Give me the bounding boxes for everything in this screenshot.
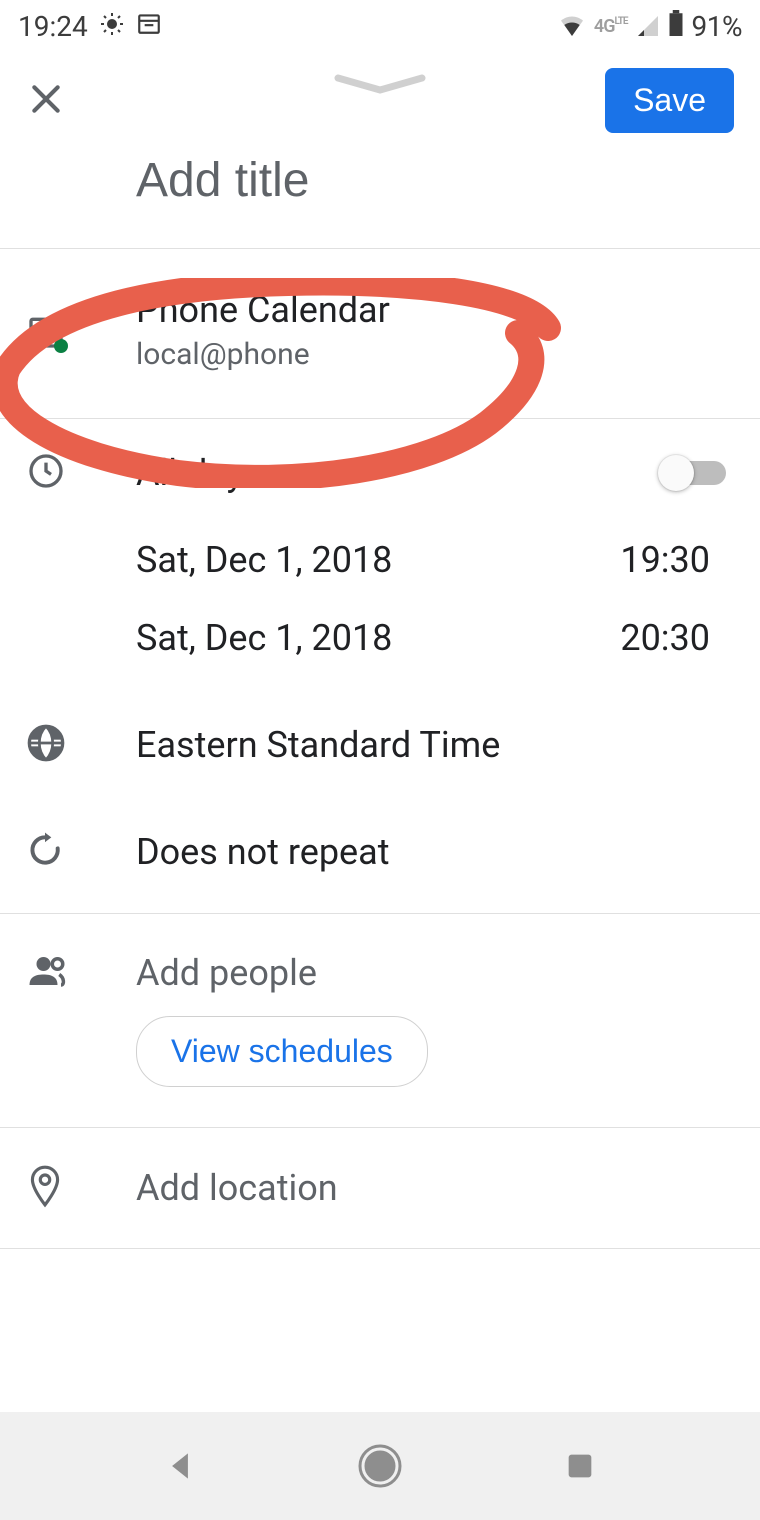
add-people-label: Add people [136,952,317,994]
nav-home-button[interactable] [350,1436,410,1496]
schedule-row: View schedules [0,1016,760,1127]
globe-icon [26,723,66,767]
clock-icon [26,451,66,495]
battery-icon [668,10,684,43]
calendar-name: Phone Calendar [136,289,734,331]
allday-toggle[interactable] [658,455,726,491]
people-icon [26,950,68,996]
end-time[interactable]: 20:30 [620,617,710,659]
start-time[interactable]: 19:30 [620,539,710,581]
start-datetime-row: Sat, Dec 1, 2018 19:30 [0,521,760,599]
status-time: 19:24 [18,10,88,43]
nav-back-button[interactable] [150,1436,210,1496]
navigation-bar [0,1412,760,1520]
repeat-label: Does not repeat [136,831,390,873]
nav-recents-button[interactable] [550,1436,610,1496]
allday-label: All-day [136,452,658,494]
calendar-status-icon [136,10,162,43]
location-pin-icon [26,1164,64,1212]
timezone-row[interactable]: Eastern Standard Time [0,691,760,799]
status-bar: 19:24 4GLTE 91% [0,0,760,52]
timezone-label: Eastern Standard Time [136,724,500,766]
start-date[interactable]: Sat, Dec 1, 2018 [136,539,392,581]
repeat-icon [26,831,64,873]
save-button[interactable]: Save [605,68,734,133]
close-button[interactable] [26,79,66,123]
signal-icon [636,10,660,43]
wifi-icon [558,10,586,43]
title-input[interactable] [136,153,696,208]
title-row [0,143,760,248]
drag-handle-icon[interactable] [332,74,428,96]
top-bar: Save [0,52,760,143]
allday-row: All-day [0,419,760,521]
network-type: 4GLTE [594,16,628,37]
calendar-icon [26,311,66,351]
add-people-row[interactable]: Add people [0,914,760,1016]
end-datetime-row: Sat, Dec 1, 2018 20:30 [0,599,760,691]
divider [0,1248,760,1249]
repeat-row[interactable]: Does not repeat [0,799,760,913]
end-date[interactable]: Sat, Dec 1, 2018 [136,617,392,659]
battery-percent: 91% [692,10,742,43]
view-schedules-button[interactable]: View schedules [136,1016,428,1087]
calendar-account: local@phone [136,337,734,372]
calendar-selector[interactable]: Phone Calendar local@phone [0,249,760,418]
add-location-row[interactable]: Add location [0,1128,760,1248]
brightness-icon [100,10,124,43]
add-location-label: Add location [136,1167,338,1209]
